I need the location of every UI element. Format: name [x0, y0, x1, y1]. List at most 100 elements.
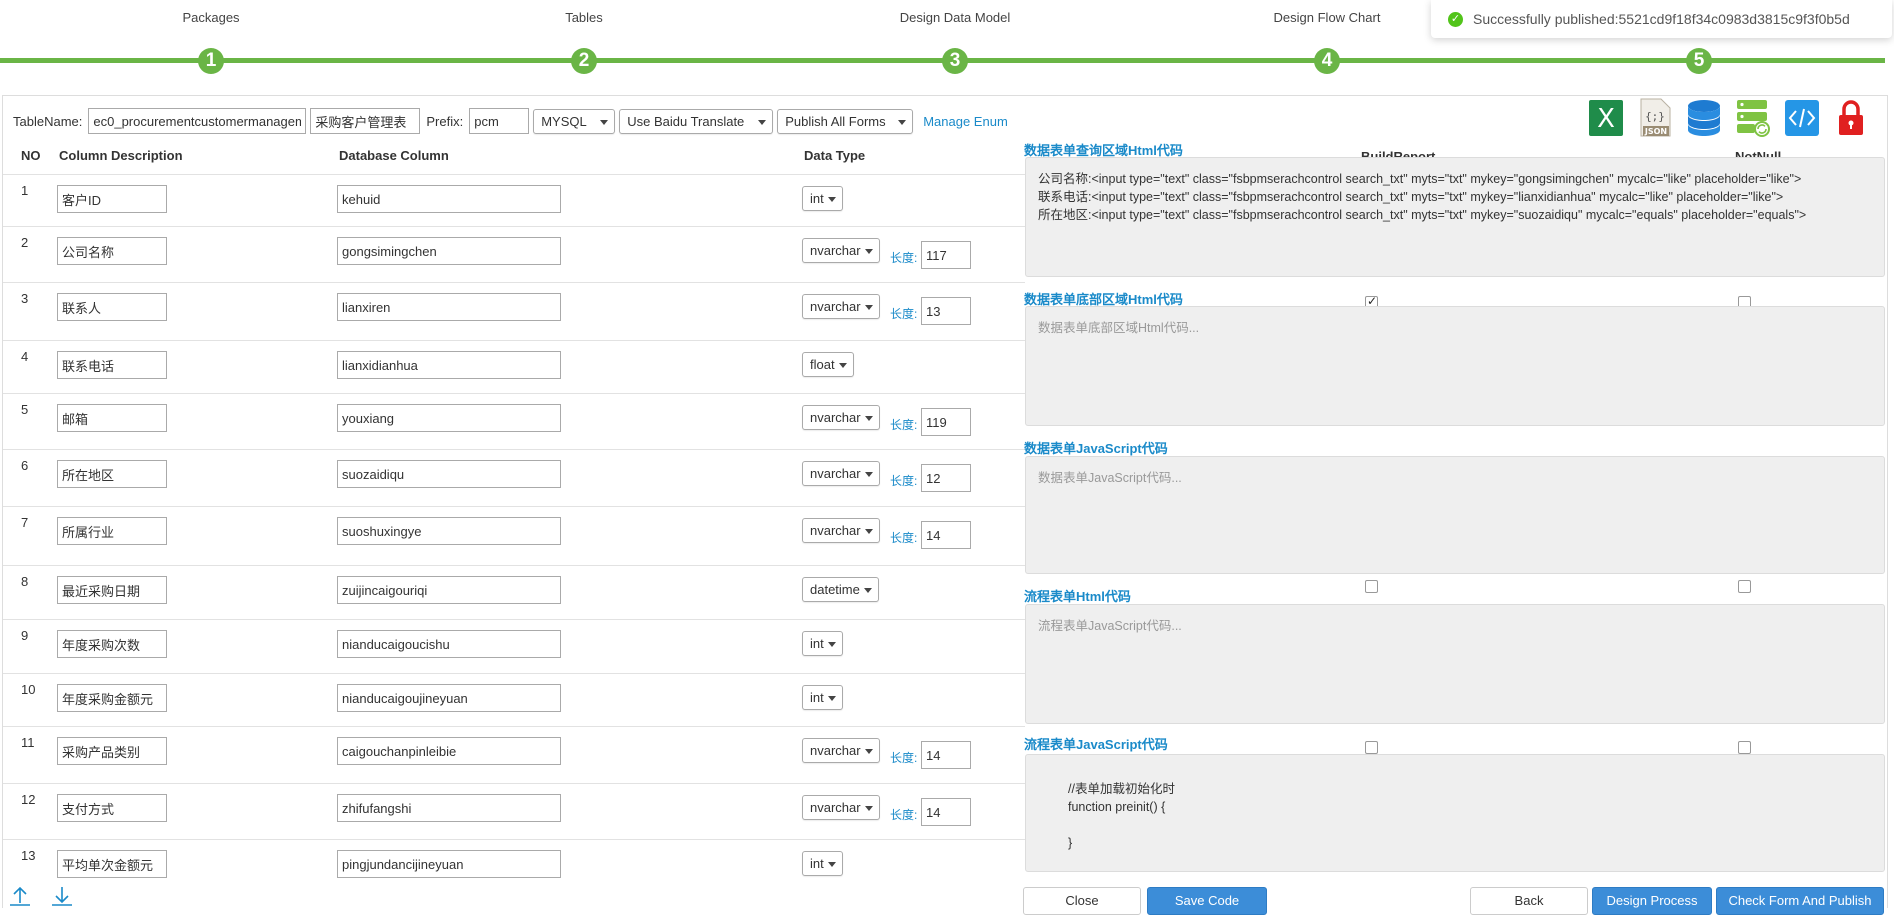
- database-column-input[interactable]: [337, 794, 561, 822]
- publish-forms-select[interactable]: Publish All Forms: [777, 108, 914, 134]
- query-html-editor[interactable]: 公司名称:<input type="text" class="fsbpmsera…: [1025, 157, 1885, 277]
- data-type-select[interactable]: datetime: [802, 577, 879, 602]
- database-column-input[interactable]: [337, 351, 561, 379]
- database-column-input[interactable]: [337, 737, 561, 765]
- column-description-input[interactable]: [57, 794, 167, 822]
- check-circle-icon: ✓: [1448, 11, 1463, 27]
- table-name-label: TableName:: [13, 113, 83, 129]
- column-description-input[interactable]: [57, 737, 167, 765]
- data-type-select[interactable]: nvarchar: [802, 461, 880, 486]
- data-type-select[interactable]: nvarchar: [802, 738, 880, 763]
- data-type-select[interactable]: nvarchar: [802, 238, 880, 263]
- database-column-input[interactable]: [337, 185, 561, 213]
- database-column-input[interactable]: [337, 684, 561, 712]
- not-null-checkbox[interactable]: [1738, 580, 1751, 593]
- column-description-input[interactable]: [57, 517, 167, 545]
- step-packages[interactable]: Packages 1: [111, 0, 311, 74]
- length-input[interactable]: [921, 521, 971, 549]
- database-column-input[interactable]: [337, 404, 561, 432]
- col-header-description: Column Description: [59, 148, 183, 163]
- data-type-select[interactable]: int: [802, 851, 843, 876]
- step-label: Design Data Model: [899, 10, 1011, 25]
- step-design-flow-chart[interactable]: Design Flow Chart 4: [1227, 0, 1427, 74]
- column-description-input[interactable]: [57, 630, 167, 658]
- json-icon[interactable]: {;} JSON: [1637, 98, 1673, 138]
- prefix-label: Prefix:: [426, 113, 464, 129]
- manage-enum-link[interactable]: Manage Enum: [923, 114, 1008, 129]
- table-row: 5 nvarchar 长度:: [3, 393, 1025, 448]
- database-column-input[interactable]: [337, 576, 561, 604]
- column-description-input[interactable]: [57, 684, 167, 712]
- database-icon[interactable]: [1686, 98, 1722, 138]
- length-input[interactable]: [921, 408, 971, 436]
- save-code-button[interactable]: Save Code: [1147, 887, 1267, 915]
- step-tables[interactable]: Tables 2: [484, 0, 684, 74]
- check-form-publish-button[interactable]: Check Form And Publish: [1716, 887, 1884, 915]
- data-type-select[interactable]: nvarchar: [802, 518, 880, 543]
- database-column-input[interactable]: [337, 630, 561, 658]
- database-select[interactable]: MYSQL: [533, 108, 616, 134]
- row-number: 6: [21, 458, 29, 473]
- build-report-checkbox[interactable]: [1365, 580, 1378, 593]
- data-type-select[interactable]: int: [802, 631, 843, 656]
- bottom-html-editor[interactable]: 数据表单底部区域Html代码...: [1025, 306, 1885, 426]
- lock-icon[interactable]: [1833, 98, 1869, 138]
- length-input[interactable]: [921, 464, 971, 492]
- column-description-input[interactable]: [57, 850, 167, 878]
- database-column-input[interactable]: [337, 460, 561, 488]
- length-input[interactable]: [921, 798, 971, 826]
- code-icon[interactable]: [1784, 98, 1820, 138]
- table-cn-name-input[interactable]: [310, 108, 421, 134]
- download-icon[interactable]: [50, 885, 74, 907]
- not-null-checkbox[interactable]: [1738, 741, 1751, 754]
- build-report-checkbox[interactable]: [1365, 741, 1378, 754]
- flow-html-editor[interactable]: 流程表单JavaScript代码...: [1025, 604, 1885, 724]
- flow-js-title: 流程表单JavaScript代码: [1024, 737, 1168, 752]
- table-name-input[interactable]: [88, 108, 307, 134]
- column-description-input[interactable]: [57, 185, 167, 213]
- excel-icon[interactable]: X: [1588, 98, 1624, 138]
- data-type-select[interactable]: nvarchar: [802, 294, 880, 319]
- data-type-select[interactable]: nvarchar: [802, 405, 880, 430]
- step-design-data-model[interactable]: Design Data Model 3: [855, 0, 1055, 74]
- database-column-input[interactable]: [337, 237, 561, 265]
- data-type-select[interactable]: nvarchar: [802, 795, 880, 820]
- data-type-select[interactable]: float: [802, 352, 854, 377]
- column-description-input[interactable]: [57, 293, 167, 321]
- form-js-editor[interactable]: 数据表单JavaScript代码...: [1025, 456, 1885, 574]
- column-description-input[interactable]: [57, 404, 167, 432]
- data-type-select[interactable]: int: [802, 186, 843, 211]
- row-number: 9: [21, 628, 29, 643]
- database-column-input[interactable]: [337, 293, 561, 321]
- row-number: 8: [21, 574, 29, 589]
- row-number: 11: [21, 735, 35, 750]
- step-number: 5: [1686, 48, 1712, 74]
- length-input[interactable]: [921, 241, 971, 269]
- design-process-button[interactable]: Design Process: [1592, 887, 1712, 915]
- column-description-input[interactable]: [57, 351, 167, 379]
- database-column-input[interactable]: [337, 517, 561, 545]
- close-button[interactable]: Close: [1023, 887, 1141, 915]
- prefix-input[interactable]: [469, 108, 530, 134]
- translate-select[interactable]: Use Baidu Translate: [619, 108, 774, 134]
- flow-js-editor[interactable]: //表单加载初始化时 function preinit() { }: [1025, 754, 1885, 872]
- step-number: 1: [198, 48, 224, 74]
- col-header-data-type: Data Type: [804, 148, 866, 163]
- back-button[interactable]: Back: [1470, 887, 1588, 915]
- database-column-input[interactable]: [337, 850, 561, 878]
- svg-text:{;}: {;}: [1645, 110, 1665, 123]
- upload-icon[interactable]: [8, 885, 32, 907]
- table-row: 12 nvarchar 长度:: [3, 783, 1025, 838]
- length-label: 长度:: [890, 418, 918, 432]
- row-number: 5: [21, 402, 29, 417]
- column-description-input[interactable]: [57, 460, 167, 488]
- col-header-no: NO: [21, 148, 41, 163]
- form-js-title: 数据表单JavaScript代码: [1024, 441, 1168, 456]
- step-number: 2: [571, 48, 597, 74]
- server-sync-icon[interactable]: [1735, 98, 1771, 138]
- column-description-input[interactable]: [57, 576, 167, 604]
- length-input[interactable]: [921, 741, 971, 769]
- data-type-select[interactable]: int: [802, 685, 843, 710]
- column-description-input[interactable]: [57, 237, 167, 265]
- length-input[interactable]: [921, 297, 971, 325]
